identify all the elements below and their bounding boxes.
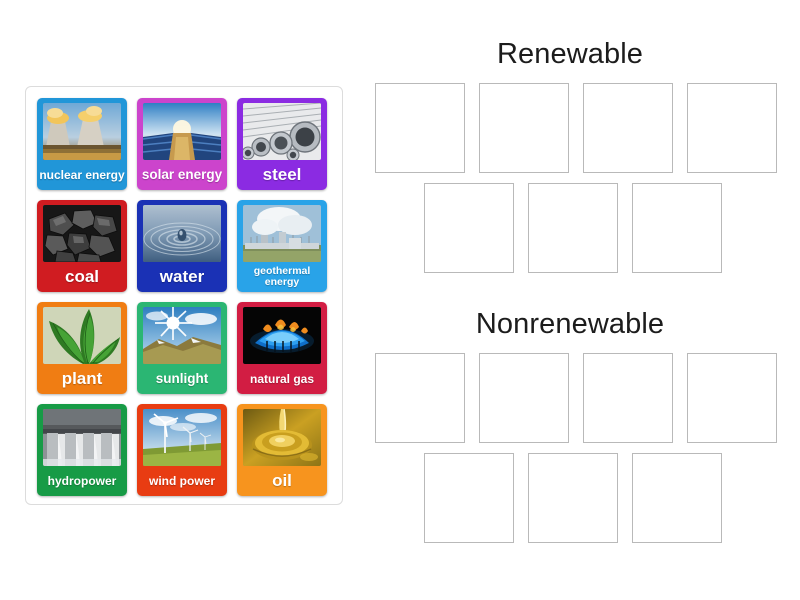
- drop-slot-nonrenewable-r1-c4[interactable]: [687, 353, 777, 443]
- wind-turbines-image: [143, 409, 221, 466]
- coal-lumps-image: [43, 205, 121, 262]
- card-label: oil: [272, 471, 292, 491]
- sun-over-hills-image: [143, 307, 221, 364]
- drop-zone-renewable: Renewable: [360, 38, 780, 273]
- card-label: steel: [262, 165, 302, 185]
- card-label: nuclear energy: [39, 167, 125, 182]
- renewable-slot-row-1: [375, 83, 780, 173]
- renewable-slot-rows: [360, 83, 780, 273]
- card-nuclear-energy[interactable]: nuclear energy: [37, 98, 127, 190]
- drop-slot-nonrenewable-r1-c2[interactable]: [479, 353, 569, 443]
- drop-slot-nonrenewable-r2-c3[interactable]: [632, 453, 722, 543]
- renewable-slot-row-2: [424, 183, 780, 273]
- drop-slot-nonrenewable-r2-c2[interactable]: [528, 453, 618, 543]
- card-label: geothermal energy: [253, 265, 311, 288]
- card-label: hydropower: [47, 473, 117, 488]
- nonrenewable-slot-rows: [360, 353, 780, 543]
- card-label: wind power: [149, 473, 215, 488]
- solar-panels-image: [143, 103, 221, 160]
- card-hydropower[interactable]: hydropower: [37, 404, 127, 496]
- drop-slot-renewable-r1-c1[interactable]: [375, 83, 465, 173]
- card-wind-power[interactable]: wind power: [137, 404, 227, 496]
- cooling-towers-image: [43, 103, 121, 160]
- drop-slot-renewable-r1-c3[interactable]: [583, 83, 673, 173]
- drop-slot-renewable-r2-c2[interactable]: [528, 183, 618, 273]
- drop-slot-renewable-r2-c1[interactable]: [424, 183, 514, 273]
- gas-flame-image: [243, 307, 321, 364]
- drop-slot-renewable-r1-c4[interactable]: [687, 83, 777, 173]
- card-natural-gas[interactable]: natural gas: [237, 302, 327, 394]
- card-label: natural gas: [249, 371, 315, 386]
- dam-spillway-image: [43, 409, 121, 466]
- activity-stage: nuclear energy solar energy steel coal w…: [0, 0, 800, 600]
- card-solar-energy[interactable]: solar energy: [137, 98, 227, 190]
- drop-zone-nonrenewable: Nonrenewable: [360, 308, 780, 543]
- card-water[interactable]: water: [137, 200, 227, 292]
- steel-pipes-image: [243, 103, 321, 160]
- card-steel[interactable]: steel: [237, 98, 327, 190]
- pouring-oil-image: [243, 409, 321, 466]
- nonrenewable-slot-row-1: [375, 353, 780, 443]
- card-oil[interactable]: oil: [237, 404, 327, 496]
- source-card-tray: nuclear energy solar energy steel coal w…: [25, 86, 343, 505]
- power-plant-image: [243, 205, 321, 262]
- drop-slot-renewable-r1-c2[interactable]: [479, 83, 569, 173]
- card-label: coal: [64, 267, 100, 287]
- green-leaves-image: [43, 307, 121, 364]
- card-label: water: [159, 267, 205, 287]
- card-sunlight[interactable]: sunlight: [137, 302, 227, 394]
- zone-title-nonrenewable: Nonrenewable: [475, 308, 665, 340]
- drop-slot-nonrenewable-r2-c1[interactable]: [424, 453, 514, 543]
- nonrenewable-slot-row-2: [424, 453, 780, 543]
- drop-slot-renewable-r2-c3[interactable]: [632, 183, 722, 273]
- card-label: plant: [61, 369, 103, 389]
- card-grid: nuclear energy solar energy steel coal w…: [37, 98, 331, 496]
- drop-slot-nonrenewable-r1-c3[interactable]: [583, 353, 673, 443]
- card-coal[interactable]: coal: [37, 200, 127, 292]
- water-droplet-image: [143, 205, 221, 262]
- card-geothermal-energy[interactable]: geothermal energy: [237, 200, 327, 292]
- drop-slot-nonrenewable-r1-c1[interactable]: [375, 353, 465, 443]
- card-label: solar energy: [141, 167, 223, 183]
- card-plant[interactable]: plant: [37, 302, 127, 394]
- zone-title-renewable: Renewable: [497, 38, 643, 70]
- card-label: sunlight: [155, 371, 209, 387]
